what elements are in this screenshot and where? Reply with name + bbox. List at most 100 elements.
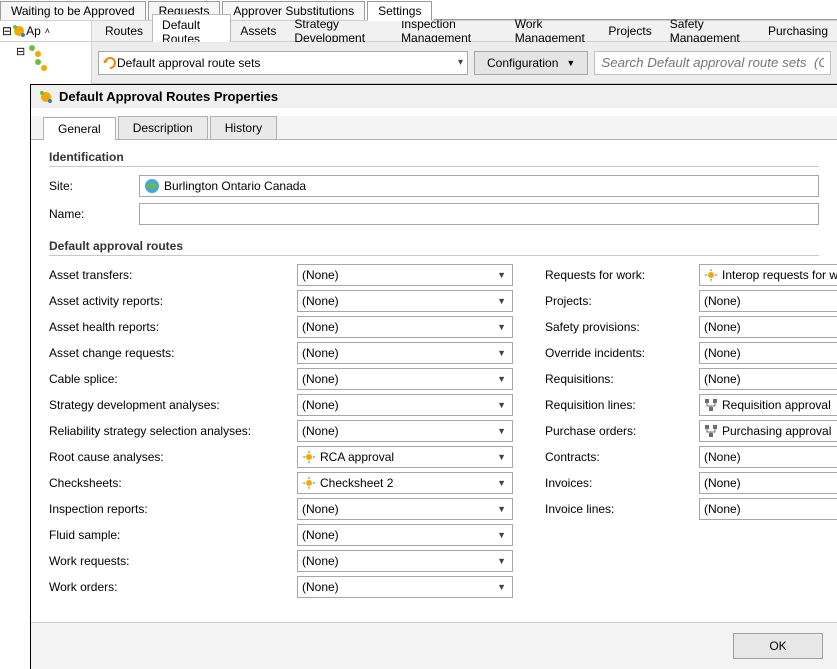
field-label: Projects: (545, 294, 699, 308)
tab-general[interactable]: General (43, 117, 116, 140)
identification-header: Identification (49, 150, 819, 167)
chevron-down-icon: ▼ (497, 504, 508, 514)
routes-set-icon (39, 90, 53, 104)
right-1-value: (None) (704, 294, 837, 308)
left-0-combo[interactable]: (None) ▼ (297, 264, 513, 286)
route-set-dropdown-label: Default approval route sets (117, 56, 260, 70)
left-4-combo[interactable]: (None) ▼ (297, 368, 513, 390)
chevron-down-icon: ▼ (497, 530, 508, 540)
dialog-footer: OK (31, 622, 837, 669)
chevron-down-icon: ▼ (566, 58, 575, 68)
right-3-value: (None) (704, 346, 837, 360)
tab-settings[interactable]: Settings (367, 1, 432, 21)
field-label: Root cause analyses: (49, 450, 297, 464)
chevron-down-icon: ▼ (497, 556, 508, 566)
ok-button[interactable]: OK (733, 633, 823, 659)
field-label: Safety provisions: (545, 320, 699, 334)
left-6-value: (None) (302, 424, 493, 438)
orange-arrow-icon (103, 56, 117, 70)
gear-icon (704, 268, 718, 282)
field-label: Purchase orders: (545, 424, 699, 438)
right-5-combo[interactable]: Requisition approval ▼ (699, 394, 837, 416)
left-11-combo[interactable]: (None) ▼ (297, 550, 513, 572)
right-9-value: (None) (704, 502, 837, 516)
left-8-combo[interactable]: Checksheet 2 ▼ (297, 472, 513, 494)
chevron-down-icon: ▼ (497, 348, 508, 358)
chevron-down-icon: ▼ (497, 582, 508, 592)
tab-history[interactable]: History (210, 116, 277, 139)
name-field[interactable] (139, 203, 819, 225)
left-10-value: (None) (302, 528, 493, 542)
globe-icon (144, 178, 160, 194)
chevron-down-icon: ▼ (497, 270, 508, 280)
right-9-combo[interactable]: (None) ▼ (699, 498, 837, 520)
configuration-button-label: Configuration (487, 56, 558, 70)
left-7-combo[interactable]: RCA approval ▼ (297, 446, 513, 468)
right-2-value: (None) (704, 320, 837, 334)
default-routes-header: Default approval routes (49, 239, 819, 256)
left-5-combo[interactable]: (None) ▼ (297, 394, 513, 416)
left-9-combo[interactable]: (None) ▼ (297, 498, 513, 520)
right-4-combo[interactable]: (None) ▼ (699, 368, 837, 390)
tree-minus-icon[interactable]: ⊟ (2, 24, 12, 38)
routes-grid: Asset transfers: (None) ▼ Requests for w… (49, 264, 819, 598)
left-10-combo[interactable]: (None) ▼ (297, 524, 513, 546)
search-input[interactable] (594, 51, 831, 75)
dialog-title: Default Approval Routes Properties (59, 89, 278, 104)
left-4-value: (None) (302, 372, 493, 386)
field-label: Contracts: (545, 450, 699, 464)
right-8-combo[interactable]: (None) ▼ (699, 472, 837, 494)
gear-icon (302, 450, 316, 464)
left-5-value: (None) (302, 398, 493, 412)
toolbar: Default approval route sets ▾ Configurat… (92, 42, 837, 84)
left-12-value: (None) (302, 580, 493, 594)
tab-assets[interactable]: Assets (231, 21, 285, 41)
field-label: Asset transfers: (49, 268, 297, 282)
chevron-down-icon: ▼ (497, 452, 508, 462)
left-0-value: (None) (302, 268, 493, 282)
field-label: Fluid sample: (49, 528, 297, 542)
tab-description[interactable]: Description (118, 116, 208, 139)
chevron-down-icon: ▼ (497, 374, 508, 384)
left-1-combo[interactable]: (None) ▼ (297, 290, 513, 312)
site-field[interactable]: Burlington Ontario Canada (139, 175, 819, 197)
field-label: Work requests: (49, 554, 297, 568)
route-icon (28, 44, 42, 58)
name-label: Name: (49, 207, 139, 221)
route-set-dropdown[interactable]: Default approval route sets ▾ (98, 51, 468, 75)
right-1-combo[interactable]: (None) ▼ (699, 290, 837, 312)
tree-minus-icon[interactable]: ⊟ (16, 45, 25, 58)
field-label: Work orders: (49, 580, 297, 594)
left-3-combo[interactable]: (None) ▼ (297, 342, 513, 364)
left-3-value: (None) (302, 346, 493, 360)
field-label: Requests for work: (545, 268, 699, 282)
left-6-combo[interactable]: (None) ▼ (297, 420, 513, 442)
left-12-combo[interactable]: (None) ▼ (297, 576, 513, 598)
tree-children: ⊟ (0, 42, 92, 84)
tab-purchasing[interactable]: Purchasing (759, 21, 837, 41)
site-value: Burlington Ontario Canada (164, 179, 306, 193)
field-label: Strategy development analyses: (49, 398, 297, 412)
right-7-combo[interactable]: (None) ▼ (699, 446, 837, 468)
tab-waiting[interactable]: Waiting to be Approved (0, 1, 146, 20)
chevron-down-icon: ▼ (497, 296, 508, 306)
right-0-value: Interop requests for work (722, 268, 837, 282)
right-0-combo[interactable]: Interop requests for work ▼ (699, 264, 837, 286)
field-label: Inspection reports: (49, 502, 297, 516)
right-3-combo[interactable]: (None) ▼ (699, 342, 837, 364)
right-7-value: (None) (704, 450, 837, 464)
tree-icon (704, 424, 718, 438)
configuration-button[interactable]: Configuration ▼ (474, 51, 588, 75)
gear-icon (302, 476, 316, 490)
tree-chevron-icon: ˄ (45, 26, 50, 36)
module-tabstrip: Routes Default Routes Assets Strategy De… (92, 21, 837, 42)
field-label: Invoices: (545, 476, 699, 490)
tab-projects[interactable]: Projects (599, 21, 660, 41)
tree-root-row[interactable]: ⊟ Ap ˄ (0, 21, 92, 42)
left-1-value: (None) (302, 294, 493, 308)
dialog-tabstrip: General Description History (31, 116, 837, 140)
left-2-combo[interactable]: (None) ▼ (297, 316, 513, 338)
right-2-combo[interactable]: (None) ▼ (699, 316, 837, 338)
right-6-combo[interactable]: Purchasing approval ▼ (699, 420, 837, 442)
tab-routes[interactable]: Routes (96, 21, 152, 41)
